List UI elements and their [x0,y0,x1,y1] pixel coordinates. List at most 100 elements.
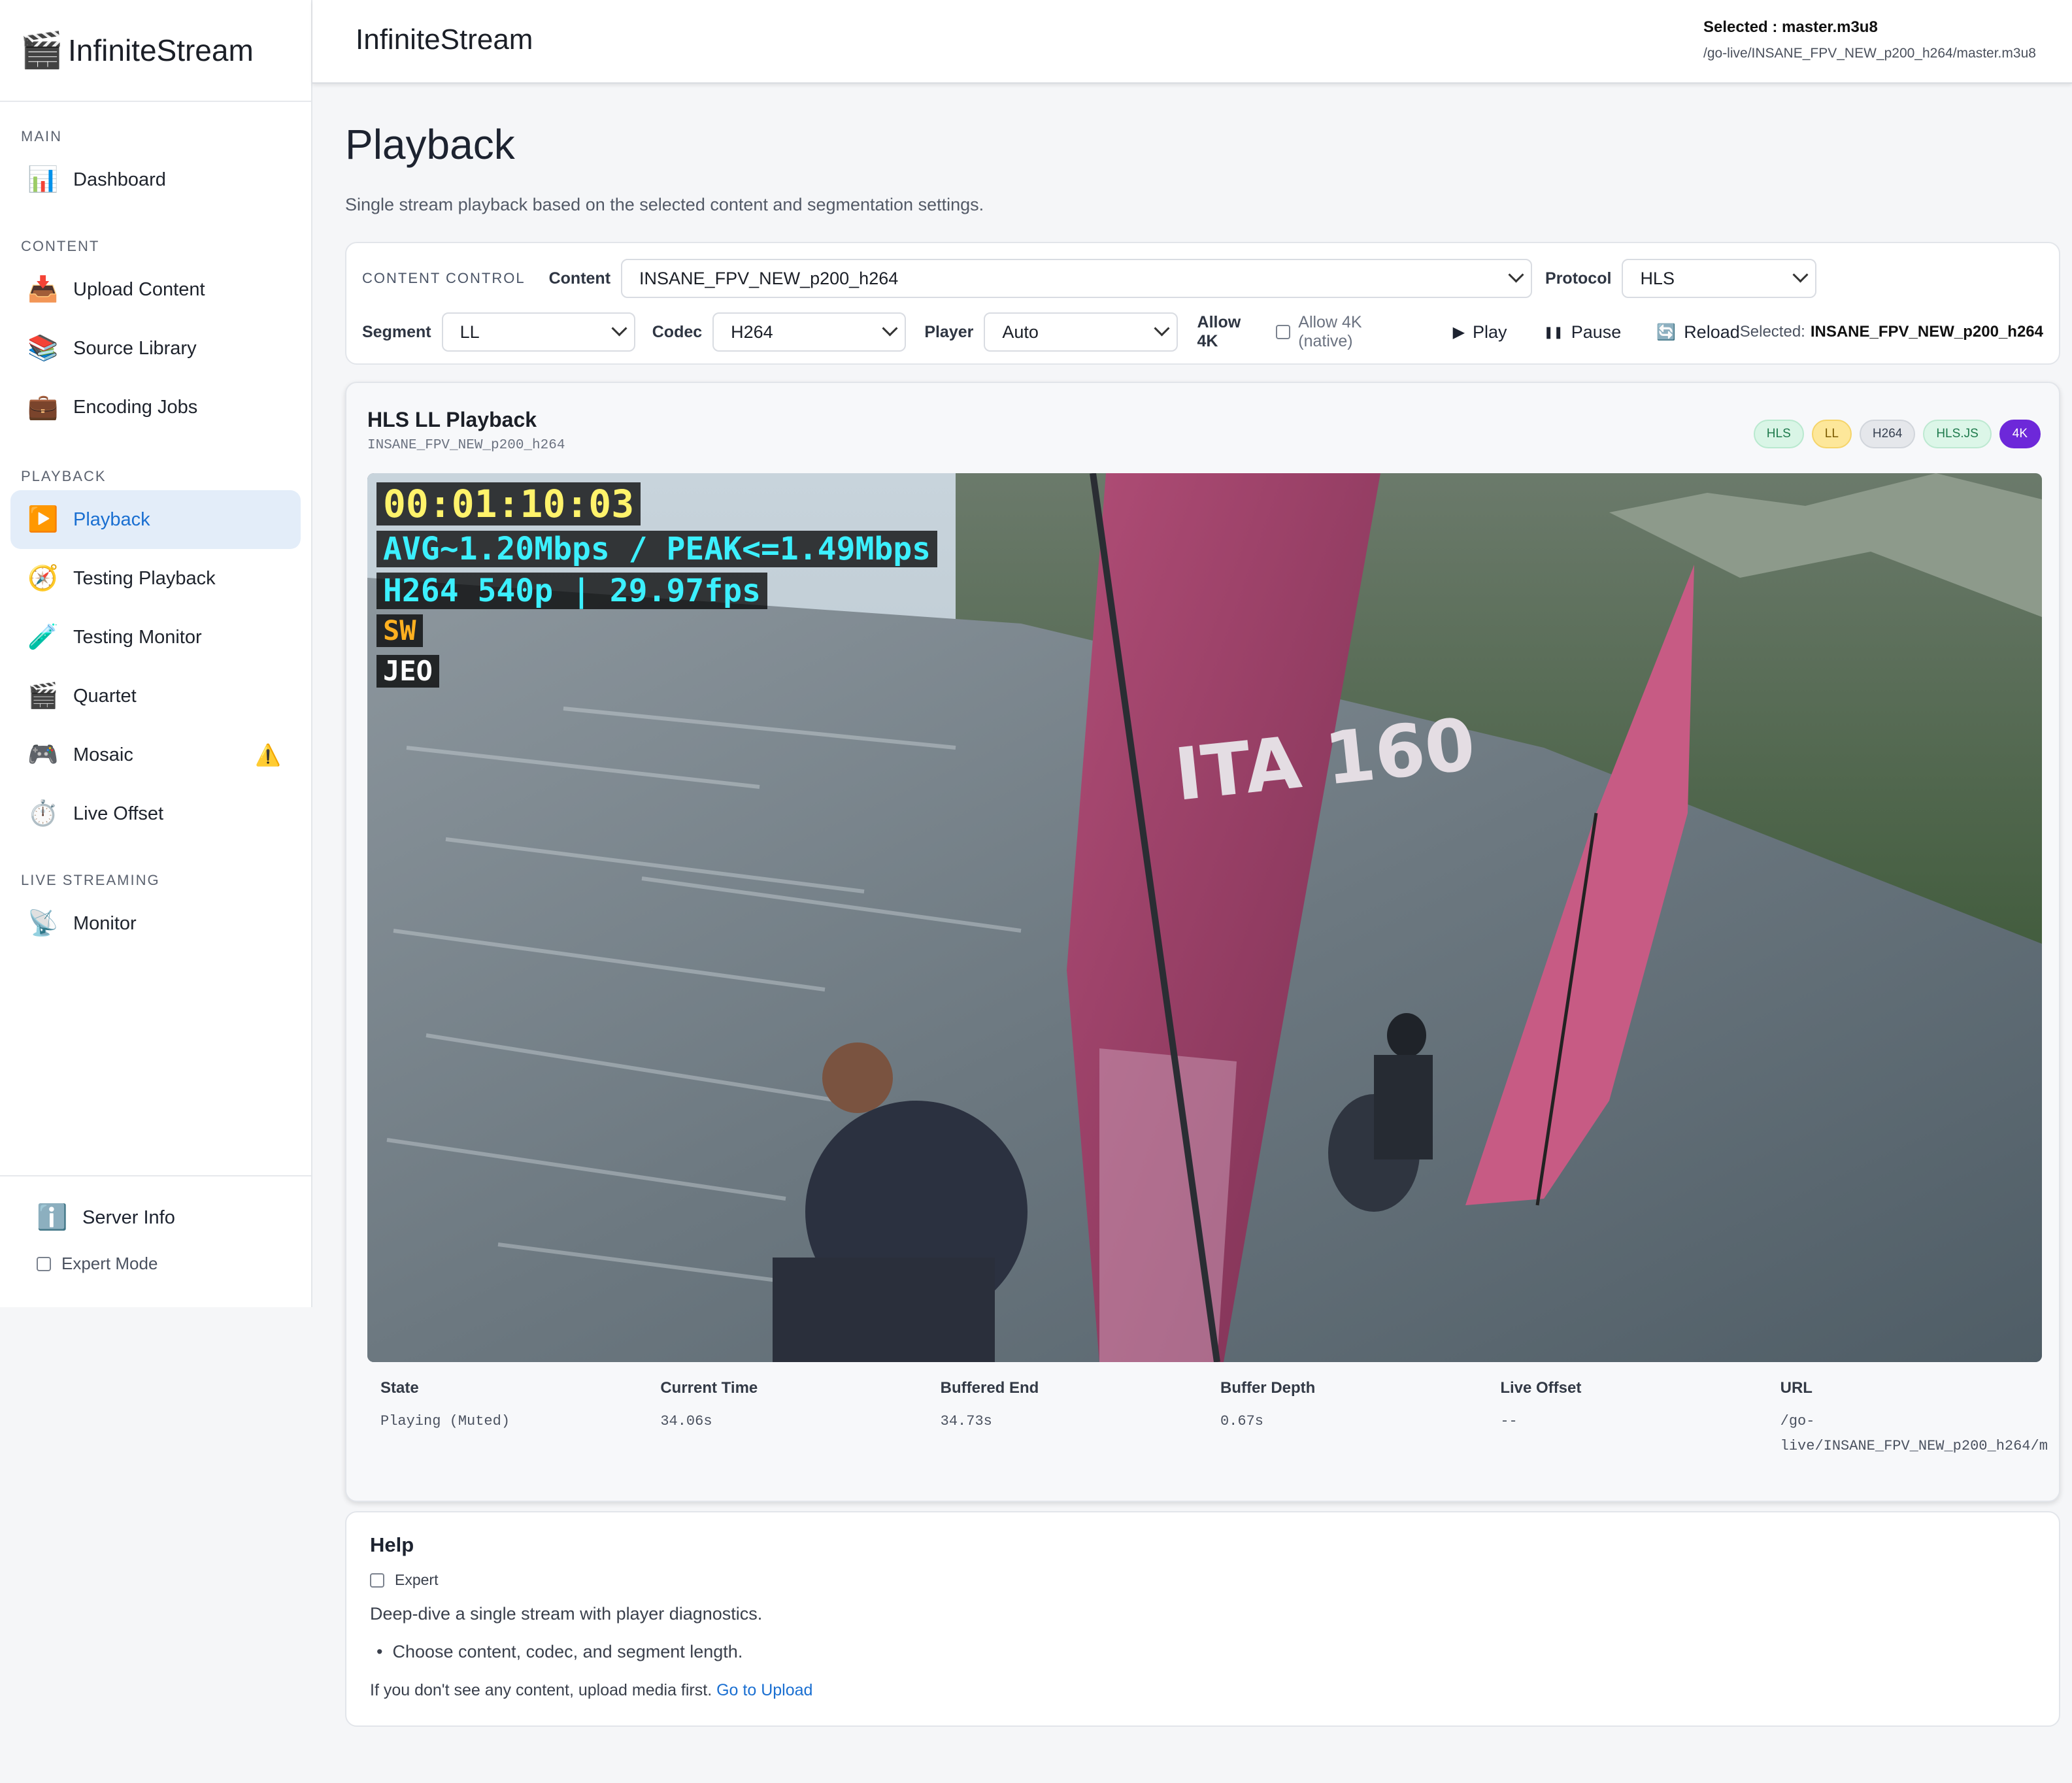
reload-button[interactable]: 🔄 Reload [1656,322,1739,342]
video-player[interactable]: ITA 160 00:01:10:03 AVG~1.20Mbps / PEAK<… [367,473,2042,1362]
books-icon: 📚 [27,335,59,362]
briefcase-icon: 💼 [27,393,59,421]
sidebar-footer: ℹ️ Server Info Expert Mode [0,1175,311,1307]
expert-mode-checkbox[interactable] [37,1256,51,1271]
badge-hlsjs: HLS.JS [1923,420,1992,448]
sidebar-item-testing-playback[interactable]: 🧭 Testing Playback [10,549,301,608]
sidebar-item-label: Mosaic [73,744,133,765]
stat-label: URL [1780,1379,1813,1397]
protocol-select-value: HLS [1640,268,1675,288]
stat-value: 34.06s [660,1413,712,1429]
help-expert-toggle[interactable]: Expert [370,1571,438,1589]
stat-label: State [380,1379,419,1397]
sidebar-item-playback[interactable]: ▶️ Playback [10,490,301,549]
play-button-icon: ▶️ [27,506,59,533]
allow-4k-checkbox[interactable] [1276,325,1291,339]
server-info-label: Server Info [82,1207,175,1228]
satellite-icon: 📡 [27,910,59,937]
stat-label: Live Offset [1500,1379,1582,1397]
compass-icon: 🧭 [27,565,59,592]
brand[interactable]: 🎬 InfiniteStream [0,0,311,102]
player-label: Player [924,322,974,341]
bar-chart-icon: 📊 [27,166,59,193]
selected-path: /go-live/INSANE_FPV_NEW_p200_h264/master… [1703,46,2036,61]
sidebar-item-testing-monitor[interactable]: 🧪 Testing Monitor [10,608,301,667]
help-upload-line: If you don't see any content, upload med… [370,1681,812,1700]
expert-mode-label: Expert Mode [61,1254,158,1273]
chevron-down-icon [1508,267,1524,283]
help-title: Help [370,1533,414,1556]
stat-buffer-depth: Buffer Depth 0.67s [1220,1379,1500,1459]
play-label: Play [1473,322,1507,342]
stat-label: Current Time [660,1379,758,1397]
clapper-board-icon: 🎬 [20,30,64,70]
sidebar-item-live-offset[interactable]: ⏱️ Live Offset [10,784,301,843]
stat-label: Buffer Depth [1220,1379,1316,1397]
bitrate-overlay: AVG~1.20Mbps / PEAK<=1.49Mbps [376,531,938,567]
pause-button[interactable]: ❚❚ Pause [1544,322,1622,342]
sidebar-item-label: Source Library [73,337,197,359]
stat-state: State Playing (Muted) [380,1379,660,1459]
stat-value: 34.73s [940,1413,992,1429]
sidebar-item-mosaic[interactable]: 🎮 Mosaic ⚠️ [10,725,301,784]
stat-value: 0.67s [1220,1413,1263,1429]
sidebar-item-quartet[interactable]: 🎬 Quartet [10,667,301,725]
expert-mode-toggle[interactable]: Expert Mode [0,1254,311,1274]
go-to-upload-link[interactable]: Go to Upload [716,1681,812,1699]
player-select-value: Auto [1002,322,1039,342]
play-icon: ▶ [1452,323,1465,341]
warning-icon: ⚠️ [255,743,281,767]
reload-icon: 🔄 [1656,323,1677,341]
content-label: Content [548,269,611,288]
sidebar-item-label: Live Offset [73,803,164,824]
stat-value: /go- live/INSANE_FPV_NEW_p200_h264/m [1780,1413,2048,1454]
codec-label: Codec [652,322,703,341]
codec-select[interactable]: H264 [712,312,907,352]
stat-live-offset: Live Offset -- [1500,1379,1780,1459]
content-select[interactable]: INSANE_FPV_NEW_p200_h264 [621,259,1533,298]
play-button[interactable]: ▶ Play [1453,322,1507,342]
allow-4k-label: Allow 4K [1197,313,1241,350]
pause-label: Pause [1571,322,1622,342]
pause-icon: ❚❚ [1543,325,1563,339]
page-subtitle: Single stream playback based on the sele… [345,195,984,214]
allow-4k-native-label: Allow 4K (native) [1298,313,1362,350]
protocol-label: Protocol [1545,269,1612,288]
section-label-main: MAIN [21,128,62,144]
sidebar-item-dashboard[interactable]: 📊 Dashboard [10,150,301,209]
sidebar-item-monitor[interactable]: 📡 Monitor [10,894,301,953]
sidebar-item-label: Monitor [73,912,137,934]
player-select[interactable]: Auto [984,312,1178,352]
selected-stream-info: Selected : master.m3u8 /go-live/INSANE_F… [1703,18,2056,61]
content-select-value: INSANE_FPV_NEW_p200_h264 [639,268,899,288]
sidebar: 🎬 InfiniteStream MAIN 📊 Dashboard CONTEN… [0,0,312,1307]
sidebar-item-label: Encoding Jobs [73,396,198,418]
help-panel: Help Expert Deep-dive a single stream wi… [345,1511,2060,1727]
help-bullet: • Choose content, codec, and segment len… [376,1642,743,1661]
brand-name: InfiniteStream [68,33,254,67]
server-info-button[interactable]: ℹ️ Server Info [0,1188,311,1247]
jeo-tag-overlay: JEO [376,655,439,688]
segment-select[interactable]: LL [441,312,635,352]
timecode-overlay: 00:01:10:03 [376,482,641,525]
player-title: HLS LL Playback [367,408,537,431]
stopwatch-icon: ⏱️ [27,800,59,827]
clapper-icon: 🎬 [27,682,59,710]
sidebar-item-source-library[interactable]: 📚 Source Library [10,319,301,378]
content-control-label: CONTENT CONTROL [362,270,526,286]
sidebar-item-label: Testing Monitor [73,626,202,648]
help-bullet-text: Choose content, codec, and segment lengt… [392,1642,743,1661]
sidebar-item-encoding-jobs[interactable]: 💼 Encoding Jobs [10,378,301,437]
help-expert-label: Expert [395,1571,439,1588]
player-stats: State Playing (Muted) Current Time 34.06… [380,1379,2054,1459]
gamepad-icon: 🎮 [27,741,59,769]
chevron-down-icon [882,320,898,337]
help-expert-checkbox[interactable] [370,1573,384,1588]
codec-select-value: H264 [731,322,773,342]
content-control-panel: CONTENT CONTROL Content INSANE_FPV_NEW_p… [345,242,2060,365]
player-subtitle: INSANE_FPV_NEW_p200_h264 [367,438,565,453]
reload-label: Reload [1684,322,1740,342]
sidebar-item-label: Testing Playback [73,567,216,589]
sidebar-item-upload-content[interactable]: 📥 Upload Content [10,260,301,319]
protocol-select[interactable]: HLS [1622,259,1817,298]
